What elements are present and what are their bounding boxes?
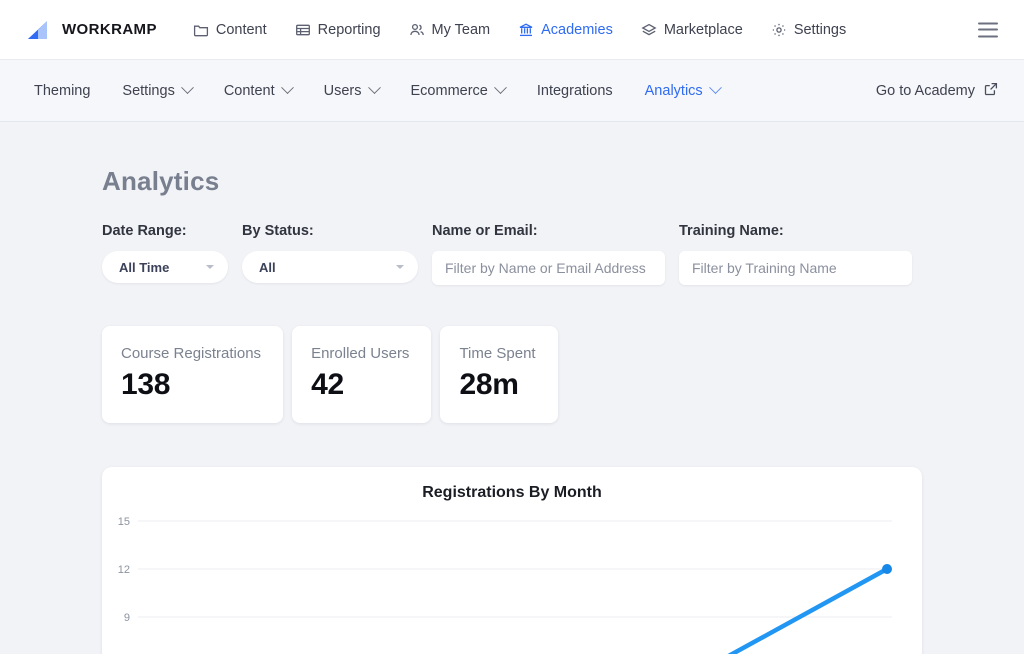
chevron-down-icon [367, 81, 381, 95]
hamburger-line [978, 35, 998, 37]
filter-label: By Status: [242, 223, 314, 239]
topnav-label: Settings [793, 21, 847, 38]
caret-down-icon [206, 265, 214, 269]
hamburger-line [978, 22, 998, 24]
filter-by-status: By Status: All [242, 223, 418, 283]
people-icon [409, 22, 425, 38]
subnav-item-ecommerce[interactable]: Ecommerce [395, 60, 521, 122]
registrations-by-month-chart-card: Registrations By Month 15 12 9 [102, 467, 922, 654]
topnav-item-content[interactable]: Content [179, 0, 281, 60]
subnav-label: Integrations [536, 82, 613, 99]
hamburger-icon[interactable] [978, 22, 998, 37]
bank-icon [518, 22, 534, 38]
workramp-logo-icon[interactable] [26, 18, 50, 42]
page-title: Analytics [102, 166, 220, 196]
report-icon [295, 22, 311, 38]
stat-card-course-registrations: Course Registrations 138 [102, 326, 284, 423]
chevron-down-icon [493, 81, 507, 95]
subnav-label: Users [323, 82, 362, 99]
go-to-academy-link[interactable]: Go to Academy [876, 82, 998, 100]
subnav-item-theming[interactable]: Theming [28, 60, 106, 122]
chart-data-point[interactable] [882, 564, 892, 574]
external-link-icon [984, 82, 998, 100]
chart-plot-area: 15 12 9 [102, 467, 922, 654]
top-navigation-bar: WORKRAMP Content Reporting My Team Acade… [0, 0, 1024, 60]
filter-label: Date Range: [102, 223, 187, 239]
name-or-email-input[interactable] [432, 251, 665, 285]
stat-cards: Course Registrations 138 Enrolled Users … [102, 326, 1024, 423]
subnav-label: Content [223, 82, 275, 99]
stat-card-time-spent: Time Spent 28m [440, 326, 558, 423]
sub-navigation-bar: Theming Settings Content Users Ecommerce… [0, 60, 1024, 122]
filter-label: Training Name: [679, 223, 784, 239]
brand-name: WORKRAMP [62, 21, 157, 38]
stat-value: 28m [459, 368, 519, 401]
date-range-value: All Time [119, 259, 170, 275]
topnav-label: Academies [541, 21, 613, 38]
date-range-select[interactable]: All Time [102, 251, 228, 283]
filter-label: Name or Email: [432, 223, 538, 239]
filter-date-range: Date Range: All Time [102, 223, 228, 283]
subnav-item-users[interactable]: Users [308, 60, 395, 122]
go-to-academy-label: Go to Academy [875, 82, 975, 99]
subnav-item-integrations[interactable]: Integrations [521, 60, 629, 122]
stat-card-enrolled-users: Enrolled Users 42 [292, 326, 432, 423]
subnav-label: Analytics [644, 82, 703, 99]
chevron-down-icon [280, 81, 294, 95]
chart-series-line [727, 566, 890, 654]
sub-nav-items: Theming Settings Content Users Ecommerce… [28, 60, 736, 122]
topnav-item-reporting[interactable]: Reporting [281, 0, 395, 60]
folder-icon [193, 22, 209, 38]
by-status-select[interactable]: All [242, 251, 418, 283]
gear-icon [771, 22, 787, 38]
box-icon [641, 22, 657, 38]
chart-y-tick-label: 12 [118, 564, 130, 576]
filter-name-or-email: Name or Email: [432, 223, 665, 285]
topnav-label: Reporting [317, 21, 381, 38]
page-content: Analytics Date Range: All Time By Status… [0, 122, 1024, 654]
topnav-item-my-team[interactable]: My Team [395, 0, 505, 60]
stat-label: Course Registrations [121, 345, 262, 362]
stat-value: 42 [311, 368, 344, 401]
topnav-item-academies[interactable]: Academies [504, 0, 627, 60]
subnav-label: Ecommerce [410, 82, 488, 99]
topnav-label: Content [215, 21, 267, 38]
chevron-down-icon [180, 81, 194, 95]
top-nav-items: Content Reporting My Team Academies Mark… [179, 0, 860, 60]
topnav-label: My Team [431, 21, 491, 38]
filters-row: Date Range: All Time By Status: All Name… [102, 223, 1024, 285]
stat-value: 138 [121, 368, 171, 401]
chart-y-tick-label: 15 [118, 516, 130, 528]
subnav-item-settings[interactable]: Settings [106, 60, 207, 122]
caret-down-icon [396, 265, 404, 269]
topnav-item-settings[interactable]: Settings [757, 0, 860, 60]
training-name-input[interactable] [679, 251, 912, 285]
line-chart-svg: 15 12 9 [118, 516, 892, 654]
subnav-label: Theming [34, 82, 91, 99]
stat-label: Time Spent [459, 345, 536, 362]
hamburger-line [978, 28, 998, 31]
subnav-label: Settings [122, 82, 175, 99]
subnav-item-analytics[interactable]: Analytics [629, 60, 736, 122]
chevron-down-icon [708, 81, 722, 95]
topnav-label: Marketplace [663, 21, 743, 38]
subnav-item-content[interactable]: Content [208, 60, 308, 122]
by-status-value: All [259, 259, 276, 275]
stat-label: Enrolled Users [311, 345, 410, 362]
topnav-item-marketplace[interactable]: Marketplace [627, 0, 757, 60]
chart-y-tick-label: 9 [124, 612, 130, 624]
filter-training-name: Training Name: [679, 223, 912, 285]
